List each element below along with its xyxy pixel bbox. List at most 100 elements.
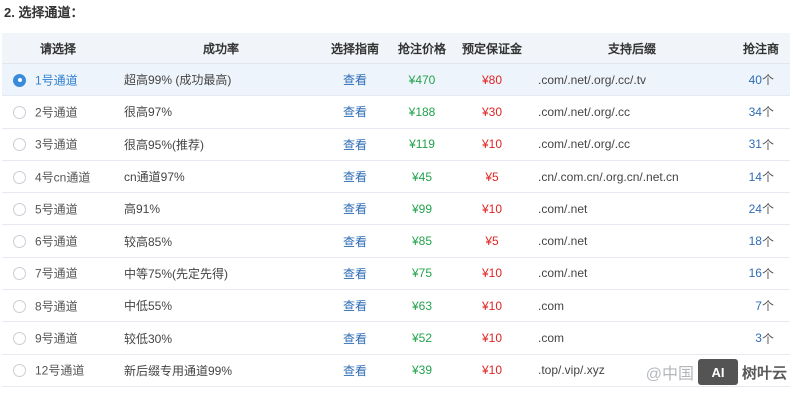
success-rate: 较高85% [124, 234, 173, 249]
channel-radio[interactable] [13, 332, 26, 346]
table-row[interactable]: 5号通道 高91% 查看 ¥99 ¥10 .com/.net 24 个 [2, 193, 790, 226]
price: ¥45 [411, 169, 433, 184]
guide-link[interactable]: 查看 [324, 322, 386, 353]
registrar-count[interactable]: 16 个 [732, 258, 790, 289]
channel-radio[interactable] [13, 73, 26, 87]
registrar-count-value[interactable]: 18 [749, 234, 762, 248]
channel-name[interactable]: 9号通道 [35, 330, 78, 347]
registrar-count[interactable]: 24 个 [732, 193, 790, 224]
channel-select-cell[interactable]: 3号通道 [2, 129, 114, 160]
registrar-count-unit: 个 [761, 105, 774, 120]
price: ¥39 [411, 363, 433, 378]
deposit: ¥10 [481, 331, 503, 346]
guide-link[interactable]: 查看 [324, 161, 386, 192]
table-row[interactable]: 9号通道 较低30% 查看 ¥52 ¥10 .com 3 个 [2, 322, 790, 355]
registrar-count-value[interactable]: 7 [755, 299, 762, 313]
price: ¥63 [411, 298, 433, 313]
channel-select-cell[interactable]: 8号通道 [2, 290, 114, 321]
registrar-count-value[interactable]: 16 [749, 266, 762, 280]
success-rate: 中低55% [124, 299, 173, 314]
channel-radio[interactable] [13, 267, 26, 281]
registrar-count-unit: 个 [761, 73, 774, 88]
registrar-count-value[interactable]: 24 [749, 202, 762, 216]
registrar-count[interactable]: 31 个 [732, 129, 790, 160]
table-row[interactable]: 2号通道 很高97% 查看 ¥188 ¥30 .com/.net/.org/.cc 34 个 [2, 96, 790, 129]
channel-radio[interactable] [13, 202, 26, 216]
registrar-count-value[interactable]: 14 [749, 170, 762, 184]
table-row[interactable]: 7号通道 中等75%(先定先得) 查看 ¥75 ¥10 .com/.net 16 个 [2, 257, 790, 291]
supported-suffixes: .com/.net/.org/.cc [538, 104, 631, 119]
registrar-count-unit: 个 [761, 331, 774, 346]
channel-radio[interactable] [13, 364, 26, 378]
guide-link[interactable]: 查看 [324, 258, 386, 289]
channel-name[interactable]: 5号通道 [35, 200, 78, 217]
channel-select-cell[interactable]: 4号cn通道 [2, 161, 114, 192]
success-rate: 很高97% [124, 105, 173, 120]
table-row[interactable]: 6号通道 较高85% 查看 ¥85 ¥5 .com/.net 18 个 [2, 225, 790, 258]
guide-link[interactable]: 查看 [324, 355, 386, 386]
channel-select-cell[interactable]: 7号通道 [2, 258, 114, 289]
registrar-count-value[interactable]: 34 [749, 105, 762, 119]
registrar-count[interactable]: 7个 [732, 290, 790, 321]
table-row[interactable]: 4号cn通道 cn通道97% 查看 ¥45 ¥5 .cn/.com.cn/.org.cn/… [2, 160, 790, 194]
supported-suffixes: .com/.net [538, 234, 588, 249]
channel-name[interactable]: 4号cn通道 [35, 168, 90, 185]
guide-link[interactable]: 查看 [324, 193, 386, 224]
channel-radio[interactable] [13, 299, 26, 313]
channel-select-cell[interactable]: 1号通道 [2, 64, 114, 95]
guide-link[interactable]: 查看 [324, 290, 386, 321]
channel-name[interactable]: 3号通道 [35, 136, 78, 153]
channel-select-cell[interactable]: 12号通道 [2, 355, 114, 386]
registrar-count-unit: 个 [761, 137, 774, 152]
registrar-count-unit: 个 [761, 234, 774, 249]
table-row[interactable]: 8号通道 中低55% 查看 ¥63 ¥10 .com 7 个 [2, 290, 790, 323]
channel-select-cell[interactable]: 5号通道 [2, 193, 114, 224]
channel-name[interactable]: 12号通道 [35, 362, 84, 379]
supported-suffixes: .com/.net/.org/.cc/.tv [538, 72, 647, 87]
table-header: 请选择 成功率 选择指南 抢注价格 预定保证金 支持后缀 抢注商 [2, 33, 790, 64]
price: ¥470 [408, 72, 436, 87]
registrar-count[interactable]: 14 个 [732, 161, 790, 192]
channel-name[interactable]: 2号通道 [35, 103, 78, 120]
supported-suffixes: .com/.net [538, 201, 588, 216]
channel-select-cell[interactable]: 9号通道 [2, 322, 114, 353]
guide-link[interactable]: 查看 [324, 64, 386, 95]
registrar-count-value[interactable]: 40 [749, 73, 762, 87]
registrar-count[interactable]: 34 个 [732, 96, 790, 127]
header-suffix: 支持后缀 [607, 41, 656, 56]
registrar-count[interactable]: 3个 [732, 322, 790, 353]
registrar-count-value[interactable]: 3 [755, 331, 762, 345]
deposit: ¥10 [481, 266, 503, 281]
channel-radio[interactable] [13, 105, 26, 119]
price: ¥188 [408, 104, 436, 119]
watermark-brand: 树叶云 [741, 364, 787, 382]
success-rate: cn通道97% [124, 170, 185, 185]
channel-radio[interactable] [13, 138, 26, 152]
channel-select-cell[interactable]: 2号通道 [2, 96, 114, 127]
registrar-count-unit: 个 [761, 170, 774, 185]
channel-select-cell[interactable]: 6号通道 [2, 225, 114, 256]
channel-radio[interactable] [13, 170, 26, 184]
channel-table: 请选择 成功率 选择指南 抢注价格 预定保证金 支持后缀 抢注商 1号通道 超高9… [2, 33, 790, 387]
watermark-text: @中国 [645, 366, 694, 383]
registrar-count[interactable]: 40 个 [732, 64, 790, 95]
channel-name[interactable]: 1号通道 [35, 71, 78, 88]
channel-name[interactable]: 7号通道 [35, 265, 78, 282]
price: ¥75 [411, 266, 433, 281]
registrar-count-value[interactable]: 31 [749, 137, 762, 151]
success-rate: 高91% [124, 202, 161, 217]
channel-name[interactable]: 8号通道 [35, 297, 78, 314]
guide-link[interactable]: 查看 [324, 225, 386, 256]
guide-link[interactable]: 查看 [324, 129, 386, 160]
header-select: 请选择 [39, 41, 76, 56]
channel-name[interactable]: 6号通道 [35, 233, 78, 250]
guide-link[interactable]: 查看 [324, 96, 386, 127]
channel-radio[interactable] [13, 235, 26, 249]
success-rate: 新后缀专用通道99% [124, 363, 233, 378]
registrar-count[interactable]: 18 个 [732, 225, 790, 256]
table-row[interactable]: 1号通道 超高99% (成功最高) 查看 ¥470 ¥80 .com/.net/.org/… [2, 64, 790, 97]
header-deposit: 预定保证金 [461, 41, 522, 56]
supported-suffixes: .cn/.com.cn/.org.cn/.net.cn [538, 169, 679, 184]
header-price: 抢注价格 [397, 41, 446, 56]
table-row[interactable]: 3号通道 很高95%(推荐) 查看 ¥119 ¥10 .com/.net/.org/.cc… [2, 128, 790, 161]
